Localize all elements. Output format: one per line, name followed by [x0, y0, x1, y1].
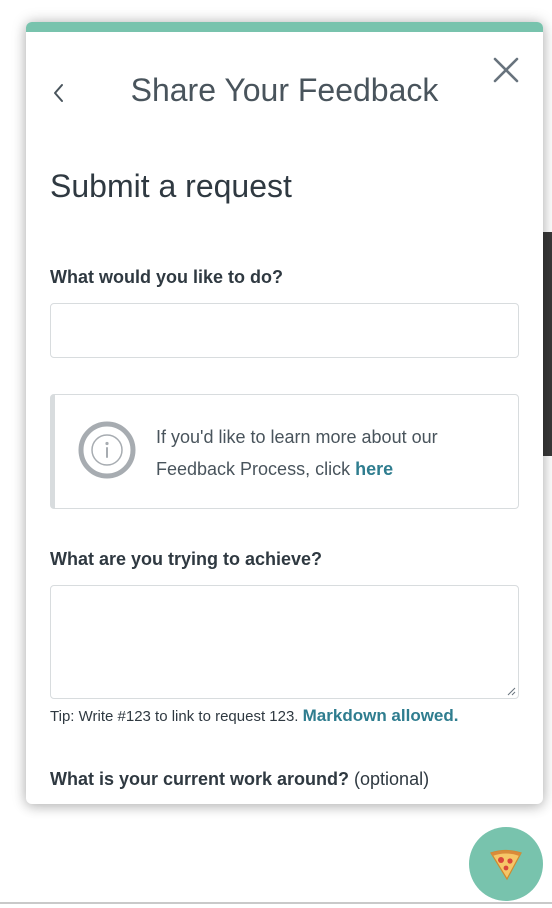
pizza-icon — [490, 849, 522, 881]
header-title: Share Your Feedback — [130, 72, 439, 108]
q2-label: What are you trying to achieve? — [50, 549, 323, 569]
q3-label: What is your current work around? (optio… — [50, 769, 429, 790]
feedback-widget: Share Your Feedback Submit a request Wha… — [26, 22, 543, 804]
close-button[interactable] — [488, 52, 524, 88]
chevron-left-icon — [54, 84, 63, 102]
q1-label: What would you like to do? — [50, 267, 283, 287]
page-scrollbar[interactable] — [543, 232, 552, 456]
info-here-link[interactable]: here — [355, 459, 393, 479]
info-text-body: If you'd like to learn more about our Fe… — [156, 427, 438, 479]
markdown-tip: Tip: Write #123 to link to request 123. … — [50, 706, 459, 726]
page-divider — [0, 902, 552, 904]
info-circle-icon — [78, 421, 136, 479]
resize-handle-icon[interactable] — [506, 686, 516, 696]
accent-bar — [26, 22, 543, 32]
page-title: Submit a request — [50, 168, 292, 204]
q3-label-text: What is your current work around? — [50, 769, 350, 789]
q2-textarea[interactable] — [50, 585, 519, 699]
info-text: If you'd like to learn more about our Fe… — [156, 421, 496, 485]
info-notice: If you'd like to learn more about our Fe… — [50, 394, 519, 509]
tip-text: Tip: Write #123 to link to request 123. — [50, 708, 303, 725]
back-button[interactable] — [44, 78, 74, 108]
markdown-link[interactable]: Markdown allowed. — [303, 706, 459, 725]
launcher-button[interactable] — [469, 827, 543, 901]
close-icon — [493, 57, 519, 83]
q3-optional-text: (optional) — [349, 769, 430, 789]
q1-input[interactable] — [50, 303, 519, 358]
